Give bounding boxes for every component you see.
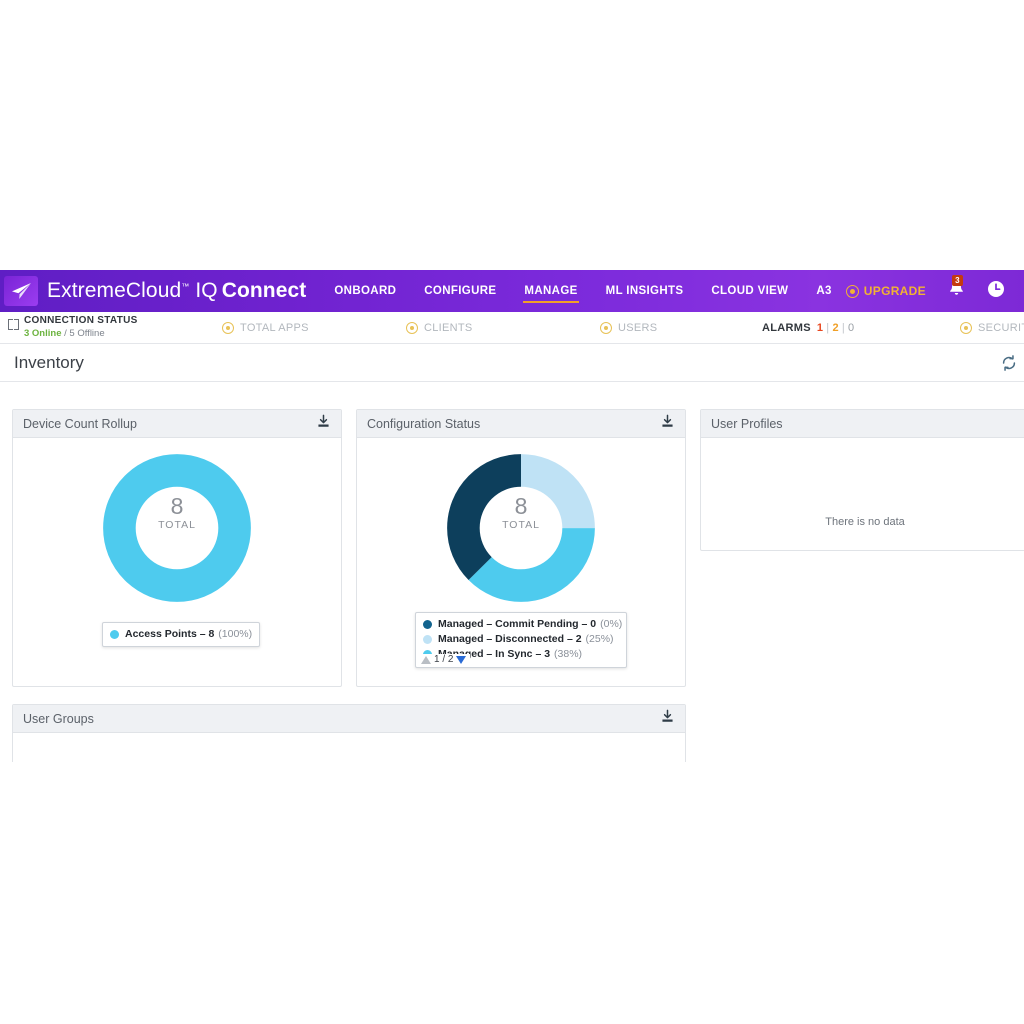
legend-device-count: Access Points – 8 (100%) xyxy=(102,622,261,647)
alarms-label: ALARMS xyxy=(762,321,811,334)
security-icon xyxy=(960,321,972,334)
card-title-configuration-status: Configuration Status xyxy=(367,416,481,431)
nav-item-onboard[interactable]: ONBOARD xyxy=(320,270,410,312)
legend-percent: (25%) xyxy=(585,633,614,645)
nav-item-a3[interactable]: A3 xyxy=(802,270,845,312)
status-summary-bar: CONNECTION STATUS 3 Online / 5 Offline T… xyxy=(0,312,1024,344)
clock-button[interactable] xyxy=(987,280,1005,303)
notifications-button[interactable]: 3 xyxy=(948,274,965,303)
legend-page-up-icon[interactable] xyxy=(421,655,431,664)
brand-name-connect: Connect xyxy=(221,279,307,302)
legend-percent: (100%) xyxy=(218,628,253,640)
users-icon xyxy=(600,321,612,334)
card-body: 8 TOTAL Access Points – 8 (100%) xyxy=(13,438,341,686)
donut-chart-configuration-status[interactable] xyxy=(357,452,685,604)
brand-name-light: ExtremeCloud xyxy=(47,279,182,302)
card-header: Configuration Status xyxy=(357,410,685,438)
legend-pager: 1 / 2 xyxy=(421,654,471,665)
card-title-device-count: Device Count Rollup xyxy=(23,416,137,431)
card-title-user-profiles: User Profiles xyxy=(711,416,783,431)
inventory-dashboard: Device Count Rollup 8 TOTAL Access Point… xyxy=(0,382,1024,762)
main-nav: ONBOARD CONFIGURE MANAGE ML INSIGHTS CLO… xyxy=(320,270,845,312)
refresh-icon xyxy=(1002,355,1016,371)
total-apps-widget[interactable]: TOTAL APPS xyxy=(222,321,309,334)
legend-percent: (38%) xyxy=(554,648,583,660)
clients-label: CLIENTS xyxy=(424,321,473,334)
legend-page-down-icon[interactable] xyxy=(456,655,467,664)
card-body: 8 TOTAL Managed – Commit Pending – 0 (0%… xyxy=(357,438,685,686)
empty-state-message: There is no data xyxy=(825,516,905,528)
upgrade-button[interactable]: UPGRADE xyxy=(845,284,926,298)
alarms-separator-1: | xyxy=(826,321,830,334)
card-title-user-groups: User Groups xyxy=(23,711,94,726)
alarms-separator-2: | xyxy=(841,321,846,334)
nav-item-configure[interactable]: CONFIGURE xyxy=(410,270,510,312)
brand-trademark: ™ xyxy=(181,282,190,291)
card-body: There is no data xyxy=(701,438,1024,550)
clients-icon xyxy=(406,321,418,334)
alarms-major-count: 2 xyxy=(832,321,839,334)
brand-title: ExtremeCloud™ IQ Connect xyxy=(47,279,306,303)
connection-status-counts: 3 Online / 5 Offline xyxy=(24,328,138,339)
card-user-groups: User Groups xyxy=(12,704,686,762)
alarms-widget[interactable]: ALARMS 1 | 2 | 0 xyxy=(762,322,854,334)
top-navigation-bar: ExtremeCloud™ IQ Connect ONBOARD CONFIGUR… xyxy=(0,270,1024,312)
page-title: Inventory xyxy=(14,352,84,372)
legend-label: Managed – Commit Pending – 0 xyxy=(438,618,597,630)
legend-label: Managed – Disconnected – 2 xyxy=(438,633,582,645)
legend-color-swatch xyxy=(110,630,119,639)
download-icon[interactable] xyxy=(316,414,331,434)
top-bar-actions: UPGRADE 3 xyxy=(845,274,1024,304)
card-header: User Groups xyxy=(13,705,685,733)
upgrade-icon xyxy=(845,284,859,298)
alarms-critical-count: 1 xyxy=(816,321,824,334)
total-apps-icon xyxy=(222,321,234,334)
card-header: Device Count Rollup xyxy=(13,410,341,438)
connection-brackets-icon xyxy=(8,318,19,330)
legend-row[interactable]: Access Points – 8 (100%) xyxy=(110,627,252,642)
legend-color-swatch xyxy=(423,620,432,629)
nav-item-cloud-view[interactable]: CLOUD VIEW xyxy=(697,270,802,312)
users-label: USERS xyxy=(618,321,658,334)
brand-name-iq: IQ xyxy=(195,279,218,302)
card-body xyxy=(13,733,685,762)
legend-percent: (0%) xyxy=(600,618,623,630)
download-icon[interactable] xyxy=(660,709,675,729)
clients-widget[interactable]: CLIENTS xyxy=(406,321,473,334)
upgrade-label: UPGRADE xyxy=(863,284,926,298)
users-widget[interactable]: USERS xyxy=(600,321,658,334)
connection-status-label: CONNECTION STATUS xyxy=(24,315,138,326)
nav-item-manage[interactable]: MANAGE xyxy=(510,270,591,312)
card-device-count-rollup: Device Count Rollup 8 TOTAL Access Point… xyxy=(12,409,342,687)
legend-row[interactable]: Managed – Disconnected – 2 (25%) xyxy=(423,632,619,647)
alarms-minor-count: 0 xyxy=(848,321,855,334)
legend-color-swatch xyxy=(423,635,432,644)
donut-chart-device-count[interactable] xyxy=(13,452,341,604)
extremecloud-iq-app: ExtremeCloud™ IQ Connect ONBOARD CONFIGUR… xyxy=(0,270,1024,762)
devices-online: 3 Online xyxy=(24,328,62,339)
refresh-button[interactable] xyxy=(1000,354,1018,377)
paper-plane-icon[interactable] xyxy=(4,276,38,306)
card-user-profiles: User Profiles There is no data xyxy=(700,409,1024,551)
legend-page-indicator: 1 / 2 xyxy=(434,654,454,665)
download-icon[interactable] xyxy=(660,414,675,434)
connection-status-widget[interactable]: CONNECTION STATUS 3 Online / 5 Offline xyxy=(8,315,138,339)
card-header: User Profiles xyxy=(701,410,1024,438)
nav-item-ml-insights[interactable]: ML INSIGHTS xyxy=(592,270,698,312)
legend-label: Access Points – 8 xyxy=(125,628,215,640)
legend-row[interactable]: Managed – Commit Pending – 0 (0%) xyxy=(423,617,623,632)
page-header: Inventory xyxy=(0,344,1024,382)
devices-offline: 5 Offline xyxy=(69,328,105,339)
card-configuration-status: Configuration Status 8 TOTAL Managed – C… xyxy=(356,409,686,687)
notification-count-badge: 3 xyxy=(951,274,963,286)
legend-configuration-status: Managed – Commit Pending – 0 (0%) Manage… xyxy=(415,612,627,668)
security-label: SECURIT xyxy=(978,321,1024,334)
clock-icon xyxy=(987,280,1004,297)
total-apps-label: TOTAL APPS xyxy=(240,321,309,334)
security-widget[interactable]: SECURIT xyxy=(960,321,1024,334)
